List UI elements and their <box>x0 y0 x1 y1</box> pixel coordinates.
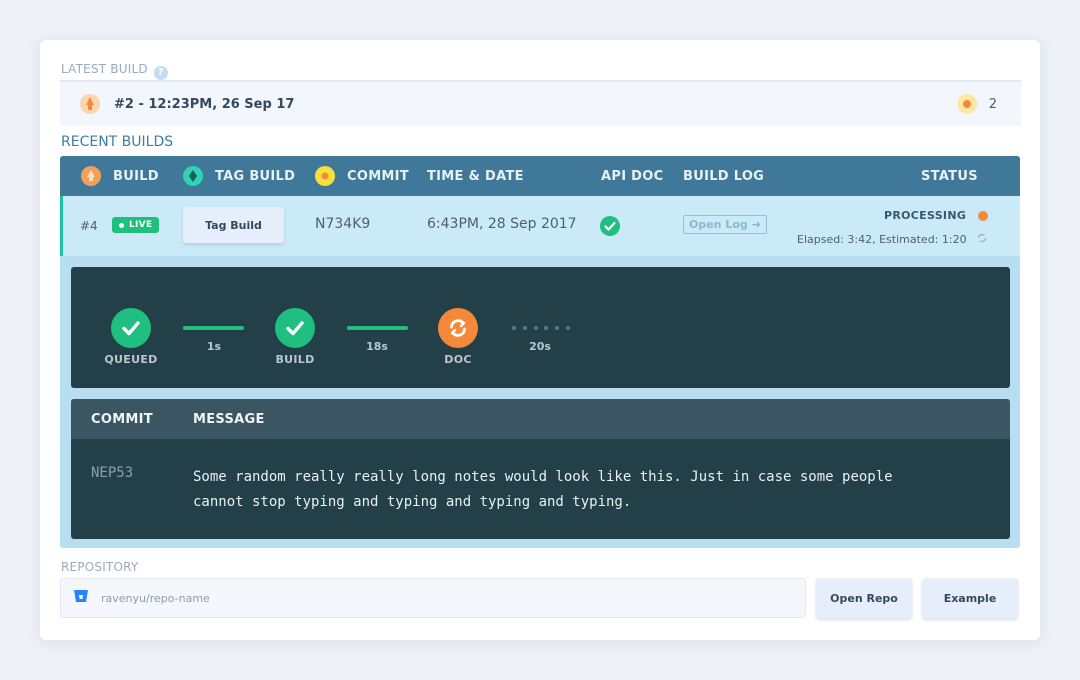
count-value: 2 <box>988 96 997 112</box>
recent-builds-table: BUILD TAG BUILD COMMIT TIME & DATE API D… <box>60 156 1020 548</box>
table-header: BUILD TAG BUILD COMMIT TIME & DATE API D… <box>60 156 1020 196</box>
commit-icon <box>315 166 335 186</box>
header-build-log: BUILD LOG <box>683 168 765 184</box>
open-log-button[interactable]: Open Log ➜ <box>683 215 767 234</box>
commit-panel: COMMIT MESSAGE NEP53 Some random really … <box>71 399 1010 539</box>
commit-panel-header: COMMIT MESSAGE <box>71 399 1010 439</box>
build-time-date: 6:43PM, 28 Sep 2017 <box>427 216 577 232</box>
commit-panel-body: NEP53 Some random really really long not… <box>71 439 1010 539</box>
latest-build-bar[interactable]: #2 - 12:23PM, 26 Sep 17 2 <box>60 80 1021 126</box>
live-badge: LIVE <box>112 217 160 233</box>
open-log-label: Open Log <box>689 218 748 231</box>
recent-builds-label: RECENT BUILDS <box>61 134 174 150</box>
elapsed-text: Elapsed: 3:42, Estimated: 1:20 <box>797 232 967 246</box>
status-dot-icon <box>978 210 989 221</box>
commit-panel-id: NEP53 <box>91 465 134 481</box>
commit-header-label: COMMIT <box>91 411 153 427</box>
build-number: #4 <box>80 219 98 233</box>
connector-1 <box>183 326 244 330</box>
repository-field[interactable] <box>60 578 806 618</box>
commit-message-line-2: cannot stop typing and typing and typing… <box>193 494 632 510</box>
commit-message: Some random really really long notes wou… <box>193 465 893 515</box>
duration-3: 20s <box>529 340 551 353</box>
header-build-label: BUILD <box>113 168 159 184</box>
header-build: BUILD <box>81 166 159 186</box>
open-repo-button[interactable]: Open Repo <box>816 578 912 618</box>
latest-build-label: LATEST BUILD <box>61 62 148 76</box>
status-text: PROCESSING <box>884 209 967 222</box>
check-circle-icon[interactable] <box>600 216 620 236</box>
table-row[interactable]: #4 LIVE Tag Build N734K9 6:43PM, 28 Sep … <box>60 196 1020 256</box>
latest-build-title: #2 - 12:23PM, 26 Sep 17 <box>114 96 295 112</box>
latest-build-count: 2 <box>956 94 997 114</box>
sun-icon <box>956 94 977 114</box>
bitbucket-icon <box>73 588 89 608</box>
connector-3-pending <box>512 326 570 330</box>
step-queued-check-icon <box>111 308 151 348</box>
build-pipeline: QUEUED 1s BUILD 18s DOC 20s <box>71 267 1010 388</box>
step-build-check-icon <box>275 308 315 348</box>
latest-build-section: LATEST BUILD? <box>61 62 168 80</box>
connector-2 <box>347 326 408 330</box>
step-build-label: BUILD <box>275 353 315 366</box>
rocket-icon <box>81 166 101 186</box>
repository-input[interactable] <box>101 591 701 605</box>
step-doc-label: DOC <box>444 353 472 366</box>
header-time-date: TIME & DATE <box>427 168 524 184</box>
header-status: STATUS <box>921 168 978 184</box>
header-api-doc: API DOC <box>601 168 664 184</box>
tag-icon <box>183 166 203 186</box>
refresh-icon[interactable] <box>977 231 987 247</box>
tag-build-button[interactable]: Tag Build <box>183 207 284 243</box>
status-elapsed: Elapsed: 3:42, Estimated: 1:20 <box>797 231 987 247</box>
header-commit: COMMIT <box>315 166 409 186</box>
arrow-right-icon: ➜ <box>751 218 761 231</box>
header-tag-build: TAG BUILD <box>183 166 295 186</box>
example-button[interactable]: Example <box>922 578 1018 618</box>
open-log-link[interactable]: Open Log ➜ <box>683 215 767 234</box>
duration-1: 1s <box>206 340 222 353</box>
step-doc-refresh-icon <box>438 308 478 348</box>
step-queued-label: QUEUED <box>104 353 158 366</box>
help-icon[interactable]: ? <box>153 66 168 80</box>
message-header-label: MESSAGE <box>193 411 265 427</box>
status-processing: PROCESSING <box>884 209 989 222</box>
live-dot-icon <box>119 222 124 228</box>
commit-id: N734K9 <box>315 216 371 232</box>
commit-message-line-1: Some random really really long notes wou… <box>193 469 893 485</box>
duration-2: 18s <box>366 340 388 353</box>
live-label: LIVE <box>129 220 153 230</box>
rocket-icon <box>80 94 100 114</box>
header-commit-label: COMMIT <box>347 168 409 184</box>
repository-label: REPOSITORY <box>61 560 139 574</box>
build-card: LATEST BUILD? #2 - 12:23PM, 26 Sep 17 2 … <box>40 40 1040 640</box>
header-tag-build-label: TAG BUILD <box>215 168 296 184</box>
